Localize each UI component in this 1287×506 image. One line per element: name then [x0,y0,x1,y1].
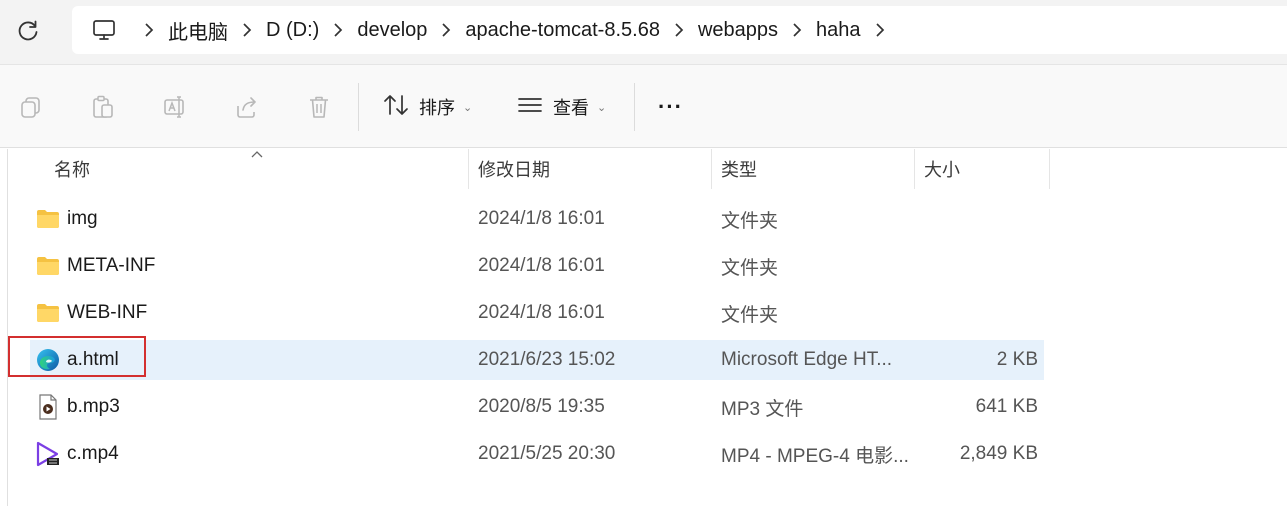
chevron-right-icon[interactable] [664,22,694,38]
file-date: 2024/1/8 16:01 [478,302,605,323]
copy-icon[interactable] [17,93,45,121]
column-header-name[interactable]: 名称 [54,149,90,189]
chevron-down-icon: ⌄ [463,101,473,114]
chevron-down-icon: ⌄ [597,101,607,114]
file-type: 文件夹 [721,304,779,326]
chevron-right-icon[interactable] [865,22,895,38]
more-options-button[interactable]: ··· [658,91,683,123]
chevron-right-icon[interactable] [431,22,461,38]
column-divider[interactable] [914,149,915,189]
column-divider[interactable] [468,149,469,189]
file-date: 2021/6/23 15:02 [478,349,616,370]
column-divider[interactable] [711,149,712,189]
breadcrumb-item-haha[interactable]: haha [812,19,865,42]
file-row-selected[interactable]: a.html 2021/6/23 15:02 Microsoft Edge HT… [30,340,1044,380]
paste-icon[interactable] [89,93,117,121]
breadcrumb-item-webapps[interactable]: webapps [694,19,782,42]
file-row[interactable]: img 2024/1/8 16:01 文件夹 [30,199,1044,239]
video-file-icon [35,441,61,467]
file-row[interactable]: WEB-INF 2024/1/8 16:01 文件夹 [30,293,1044,333]
refresh-icon[interactable] [14,17,42,45]
view-label: 查看 [553,98,589,118]
file-name: b.mp3 [67,396,120,417]
delete-icon[interactable] [305,93,333,121]
breadcrumb-item-this-pc[interactable]: 此电脑 [164,16,232,45]
file-type: 文件夹 [721,257,779,279]
command-bar: 排序 ⌄ 查看 ⌄ ··· [0,64,1287,148]
file-row[interactable]: b.mp3 2020/8/5 19:35 MP3 文件 641 KB [30,387,1044,427]
audio-file-icon [35,394,61,420]
file-name-cell: b.mp3 [35,387,120,427]
file-list-view: 名称 修改日期 类型 大小 img 2024/1/8 16:01 文件夹 MET… [0,149,1287,506]
file-size: 2 KB [996,349,1038,370]
column-header-date[interactable]: 修改日期 [478,149,550,189]
rename-icon[interactable] [161,93,189,121]
breadcrumb[interactable]: 此电脑 D (D:) develop apache-tomcat-8.5.68 … [72,6,1287,54]
file-date: 2021/5/25 20:30 [478,443,616,464]
file-name-cell: WEB-INF [35,293,147,333]
chevron-right-icon[interactable] [232,22,262,38]
file-type: MP3 文件 [721,398,804,420]
sort-icon [383,93,409,122]
chevron-right-icon[interactable] [782,22,812,38]
breadcrumb-item-develop[interactable]: develop [353,19,431,42]
file-date: 2020/8/5 19:35 [478,396,605,417]
toolbar-divider [634,83,635,131]
pane-divider [7,149,8,506]
sort-label: 排序 [419,98,455,118]
file-row[interactable]: META-INF 2024/1/8 16:01 文件夹 [30,246,1044,286]
column-header-type[interactable]: 类型 [721,149,757,189]
file-type: MP4 - MPEG-4 电影... [721,445,909,467]
file-row[interactable]: c.mp4 2021/5/25 20:30 MP4 - MPEG-4 电影...… [30,434,1044,474]
share-icon[interactable] [233,93,261,121]
breadcrumb-item-tomcat[interactable]: apache-tomcat-8.5.68 [461,19,664,42]
sort-ascending-icon [250,147,264,165]
file-name-cell: META-INF [35,246,155,286]
file-name-cell: c.mp4 [35,434,119,474]
file-name: WEB-INF [67,302,148,323]
file-name: META-INF [67,255,156,276]
column-header-size[interactable]: 大小 [924,149,960,189]
file-size: 2,849 KB [959,443,1038,464]
highlight-box [8,336,146,377]
chevron-right-icon[interactable] [323,22,353,38]
file-name: img [67,208,98,229]
file-type: Microsoft Edge HT... [721,349,893,370]
file-name-cell: img [35,199,98,239]
folder-icon [35,253,61,279]
more-icon: ··· [658,94,683,119]
folder-icon [35,300,61,326]
column-divider[interactable] [1049,149,1050,189]
sort-button[interactable]: 排序 ⌄ [383,91,472,123]
file-name: c.mp4 [67,443,119,464]
folder-icon [35,206,61,232]
file-date: 2024/1/8 16:01 [478,208,605,229]
breadcrumb-item-drive-d[interactable]: D (D:) [262,19,323,42]
view-button[interactable]: 查看 ⌄ [517,91,606,123]
file-date: 2024/1/8 16:01 [478,255,605,276]
view-list-icon [517,95,543,120]
file-type: 文件夹 [721,210,779,232]
chevron-right-icon[interactable] [134,22,164,38]
toolbar-divider [358,83,359,131]
address-bar-area: 此电脑 D (D:) develop apache-tomcat-8.5.68 … [0,0,1287,64]
file-size: 641 KB [975,396,1038,417]
computer-icon[interactable] [74,6,134,54]
